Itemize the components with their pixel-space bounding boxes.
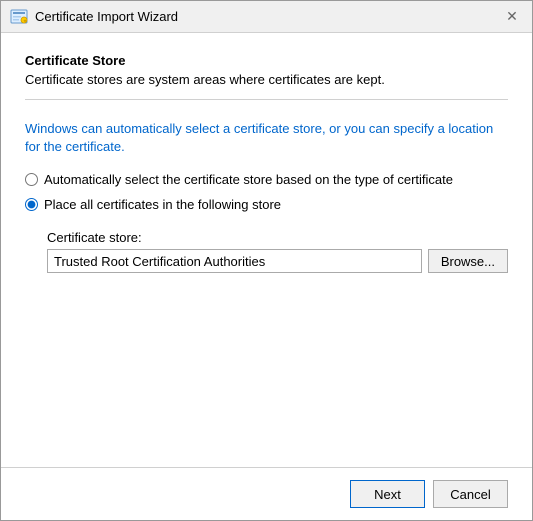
svg-text:★: ★ [23,18,27,23]
radio-manual[interactable] [25,198,38,211]
next-button[interactable]: Next [350,480,425,508]
cert-store-label: Certificate store: [47,230,508,245]
section-description: Certificate stores are system areas wher… [25,72,508,87]
main-content: Windows can automatically select a certi… [1,100,532,467]
radio-auto-label: Automatically select the certificate sto… [44,172,453,187]
radio-manual-label: Place all certificates in the following … [44,197,281,212]
wizard-icon: ★ [9,7,29,27]
footer: Next Cancel [1,467,532,520]
cert-store-row: Browse... [47,249,508,273]
content-area: Certificate Store Certificate stores are… [1,33,532,467]
cancel-button[interactable]: Cancel [433,480,508,508]
radio-auto[interactable] [25,173,38,186]
browse-button[interactable]: Browse... [428,249,508,273]
close-button[interactable]: ✕ [500,5,524,29]
radio-auto-item[interactable]: Automatically select the certificate sto… [25,172,508,187]
info-text: Windows can automatically select a certi… [25,120,508,156]
wizard-window: ★ Certificate Import Wizard ✕ Certificat… [0,0,533,521]
section-title: Certificate Store [25,53,508,68]
title-text: Certificate Import Wizard [35,9,178,24]
cert-store-container: Certificate store: Browse... [47,230,508,273]
title-bar: ★ Certificate Import Wizard ✕ [1,1,532,33]
radio-manual-item[interactable]: Place all certificates in the following … [25,197,508,212]
title-bar-left: ★ Certificate Import Wizard [9,7,178,27]
header-section: Certificate Store Certificate stores are… [1,33,532,99]
radio-group: Automatically select the certificate sto… [25,172,508,273]
cert-store-input[interactable] [47,249,422,273]
